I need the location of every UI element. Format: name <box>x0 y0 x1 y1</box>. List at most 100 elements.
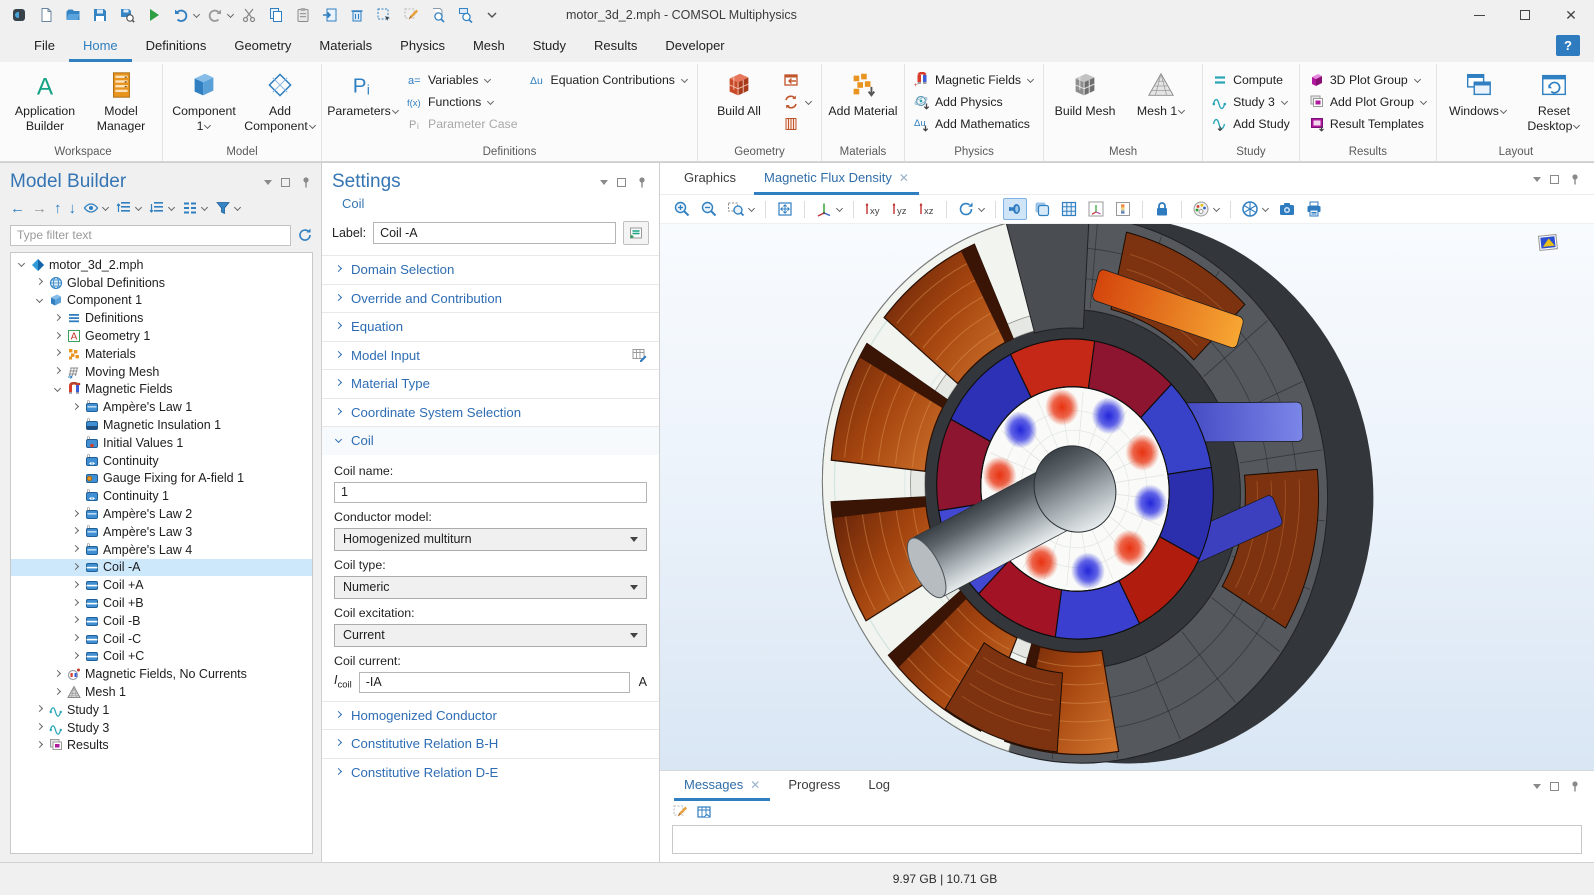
expander-icon[interactable] <box>51 350 63 357</box>
messages-output[interactable] <box>672 825 1582 854</box>
dropdown-caret-icon[interactable] <box>225 12 235 19</box>
functions-button[interactable]: Functions <box>403 91 522 113</box>
magnetic-fields-button[interactable]: Magnetic Fields <box>910 69 1038 91</box>
panel-menu-icon[interactable] <box>1533 784 1541 789</box>
tree-item-amp-re-s-law-4[interactable]: Ampère's Law 4 <box>11 541 312 559</box>
zoom-extents-icon[interactable] <box>773 198 797 220</box>
parameters-button[interactable]: Parameters <box>327 67 399 119</box>
tab-graphics[interactable]: Graphics <box>674 163 746 195</box>
wireframe-icon[interactable] <box>1057 198 1081 220</box>
paste-icon[interactable] <box>290 3 316 27</box>
image-settings-icon[interactable] <box>1189 198 1223 220</box>
move-up-icon[interactable]: ↑ <box>54 201 62 216</box>
panel-float-icon[interactable] <box>281 178 290 187</box>
add-study-button[interactable]: Add Study <box>1208 113 1294 135</box>
tree-item-gauge-fixing-for-a-field-1[interactable]: Gauge Fixing for A-field 1 <box>11 470 312 488</box>
motor-3d-render[interactable] <box>660 224 1594 770</box>
reset-desktop-button[interactable]: Reset Desktop <box>1518 67 1590 133</box>
scene-light-icon[interactable] <box>1003 198 1027 220</box>
environment-icon[interactable] <box>1238 198 1272 220</box>
expander-icon[interactable] <box>69 546 81 553</box>
tree-item-geometry-1[interactable]: Geometry 1 <box>11 327 312 345</box>
tree-item-global-definitions[interactable]: Global Definitions <box>11 274 312 292</box>
zoom-in-icon[interactable] <box>670 198 694 220</box>
tree-item-coil-a[interactable]: Coil +A <box>11 576 312 594</box>
section-homogenized-conductor[interactable]: Homogenized Conductor <box>322 701 659 730</box>
expander-icon[interactable] <box>33 724 45 731</box>
tab-progress[interactable]: Progress <box>778 771 850 801</box>
compute-button[interactable]: Compute <box>1208 69 1294 91</box>
save-search-icon[interactable] <box>114 3 140 27</box>
lock-view-icon[interactable] <box>1150 198 1174 220</box>
app-icon[interactable] <box>6 3 32 27</box>
tree-item-coil-b[interactable]: Coil +B <box>11 594 312 612</box>
zoom-box-icon[interactable] <box>724 198 758 220</box>
label-input[interactable] <box>373 222 616 244</box>
expander-icon[interactable] <box>69 511 81 518</box>
graphics-canvas[interactable] <box>660 224 1594 770</box>
panel-menu-icon[interactable] <box>600 180 608 185</box>
conductor-model-select[interactable]: Homogenized multiturn <box>334 528 647 551</box>
expander-icon[interactable] <box>33 297 45 304</box>
expander-icon[interactable] <box>33 742 45 749</box>
menu-developer[interactable]: Developer <box>651 30 738 62</box>
expander-icon[interactable] <box>69 404 81 411</box>
expander-icon[interactable] <box>51 333 63 340</box>
color-legend-icon[interactable] <box>1111 198 1135 220</box>
view-xy-icon[interactable]: xy <box>861 198 885 220</box>
section-equation[interactable]: Equation <box>322 312 659 341</box>
section-constitutive-relation-d-e[interactable]: Constitutive Relation D-E <box>322 758 659 787</box>
panel-pin-icon[interactable] <box>299 175 313 189</box>
view-xz-icon[interactable]: xz <box>915 198 939 220</box>
tab-magnetic-flux-density[interactable]: Magnetic Flux Density✕ <box>754 163 919 195</box>
clear-selection-icon[interactable] <box>398 3 424 27</box>
tree-item-coil-c[interactable]: Coil -C <box>11 630 312 648</box>
tree-item-continuity[interactable]: Continuity <box>11 452 312 470</box>
expander-icon[interactable] <box>69 635 81 642</box>
panel-float-icon[interactable] <box>1550 782 1559 791</box>
menu-file[interactable]: File <box>20 30 69 62</box>
refresh-icon[interactable] <box>297 227 313 243</box>
tree-item-amp-re-s-law-2[interactable]: Ampère's Law 2 <box>11 505 312 523</box>
expander-icon[interactable] <box>51 671 63 678</box>
tree-item-mesh-1[interactable]: Mesh 1 <box>11 683 312 701</box>
menu-geometry[interactable]: Geometry <box>220 30 305 62</box>
tree-item-magnetic-fields[interactable]: Magnetic Fields <box>11 381 312 399</box>
study-3-button[interactable]: Study 3 <box>1208 91 1294 113</box>
expander-icon[interactable] <box>51 368 63 375</box>
build-mesh-button[interactable]: Build Mesh <box>1049 67 1121 119</box>
build-all-button[interactable]: Build All <box>703 67 775 119</box>
menu-definitions[interactable]: Definitions <box>132 30 221 62</box>
search-replace-icon[interactable] <box>452 3 478 27</box>
open-icon[interactable] <box>60 3 86 27</box>
delete-icon[interactable] <box>344 3 370 27</box>
windows-button[interactable]: Windows <box>1442 67 1514 119</box>
print-icon[interactable] <box>1302 198 1326 220</box>
view-axes-icon[interactable] <box>1084 198 1108 220</box>
menu-physics[interactable]: Physics <box>386 30 459 62</box>
model-manager-button[interactable]: Model Manager <box>85 67 157 133</box>
find-icon[interactable] <box>425 3 451 27</box>
rotate-icon[interactable] <box>954 198 988 220</box>
run-icon[interactable] <box>141 3 167 27</box>
mesh-1-button[interactable]: Mesh 1 <box>1125 67 1197 119</box>
tab-log[interactable]: Log <box>858 771 900 801</box>
tree-item-study-1[interactable]: Study 1 <box>11 701 312 719</box>
section-domain-selection[interactable]: Domain Selection <box>322 255 659 284</box>
cut-icon[interactable] <box>236 3 262 27</box>
tree-filter-input[interactable] <box>10 225 291 246</box>
section-constitutive-relation-b-h[interactable]: Constitutive Relation B-H <box>322 729 659 758</box>
panel-pin-icon[interactable] <box>1568 779 1582 793</box>
coil-name-input[interactable] <box>334 482 647 503</box>
tree-item-amp-re-s-law-1[interactable]: Ampère's Law 1 <box>11 398 312 416</box>
equation-contributions-button[interactable]: Equation Contributions <box>526 69 692 91</box>
close-tab-icon[interactable]: ✕ <box>899 171 909 185</box>
add-component-button[interactable]: Add Component <box>244 67 316 133</box>
forward-icon[interactable]: → <box>32 201 47 216</box>
tree-item-initial-values-1[interactable]: Initial Values 1 <box>11 434 312 452</box>
add-mathematics-button[interactable]: Add Mathematics <box>910 113 1038 135</box>
expander-icon[interactable] <box>33 706 45 713</box>
zoom-out-icon[interactable] <box>697 198 721 220</box>
tree-item-definitions[interactable]: Definitions <box>11 309 312 327</box>
transparency-icon[interactable] <box>1030 198 1054 220</box>
